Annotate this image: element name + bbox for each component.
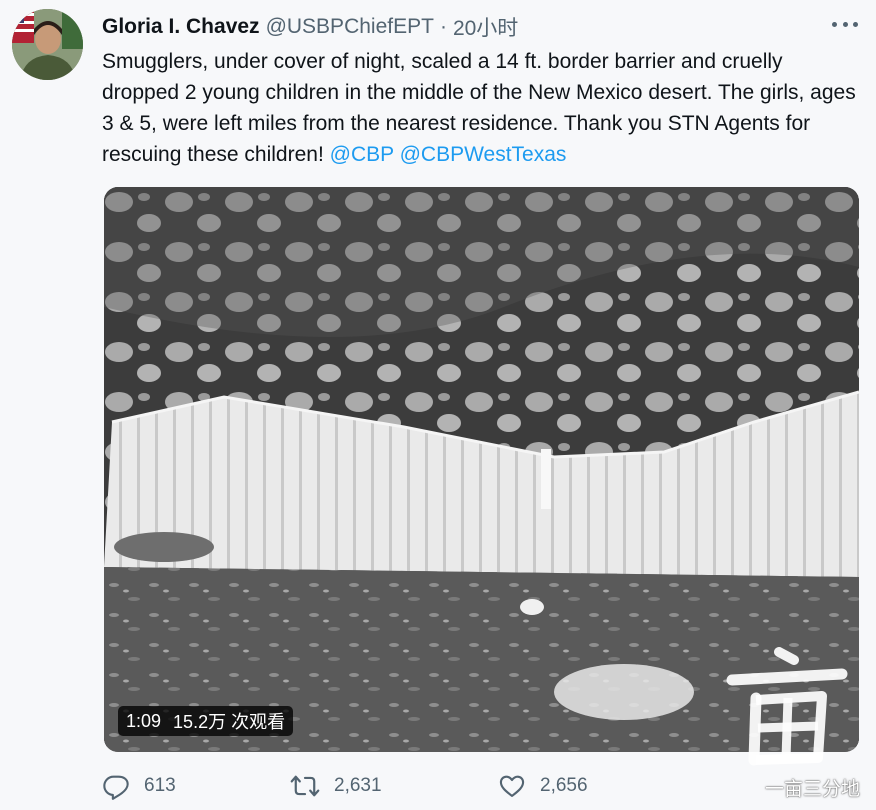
more-icon[interactable] bbox=[832, 14, 858, 34]
watermark-logo bbox=[726, 647, 848, 766]
retweet-icon bbox=[290, 775, 320, 797]
watermark-text-block: 一亩三分地 bbox=[765, 774, 860, 801]
tweet-header: Gloria I. Chavez @USBPChiefEPT · 20小时 bbox=[102, 12, 852, 42]
heart-icon bbox=[499, 775, 525, 797]
video-badge: 1:09 15.2万 次观看 bbox=[118, 706, 294, 736]
avatar[interactable] bbox=[12, 9, 83, 80]
video-views: 15.2万 次观看 bbox=[173, 712, 286, 732]
retweet-button[interactable]: 2,631 bbox=[290, 772, 382, 800]
retweet-count: 2,631 bbox=[334, 775, 382, 796]
avatar-image bbox=[12, 9, 83, 80]
like-button[interactable]: 2,656 bbox=[498, 772, 588, 800]
video-duration: 1:09 bbox=[126, 710, 162, 731]
author-name[interactable]: Gloria I. Chavez bbox=[102, 15, 260, 39]
tweet-time[interactable]: 20小时 bbox=[453, 12, 518, 42]
reply-button[interactable]: 613 bbox=[102, 772, 176, 800]
tweet-actions: 613 2,631 2,656 bbox=[102, 772, 862, 804]
tweet-text: Smugglers, under cover of night, scaled … bbox=[102, 46, 862, 170]
reply-icon bbox=[103, 775, 129, 800]
author-handle[interactable]: @USBPChiefEPT bbox=[266, 15, 434, 39]
mention-cbpwesttexas[interactable]: @CBPWestTexas bbox=[400, 143, 567, 166]
like-count: 2,656 bbox=[540, 775, 588, 796]
separator-dot: · bbox=[439, 15, 447, 38]
reply-count: 613 bbox=[144, 775, 176, 796]
watermark-text: 一亩三分地 bbox=[764, 779, 860, 800]
mention-cbp[interactable]: @CBP bbox=[330, 143, 394, 166]
